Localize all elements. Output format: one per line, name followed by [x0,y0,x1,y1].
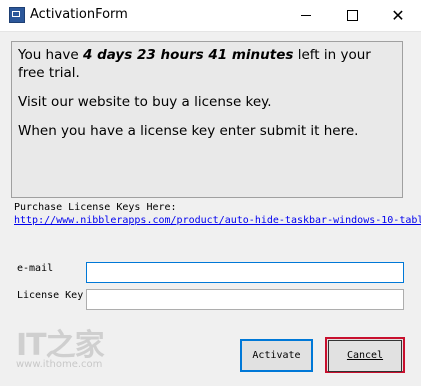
trial-time: 4 days 23 hours 41 minutes [82,47,294,63]
minimize-button[interactable] [283,0,329,31]
email-label: e-mail [17,263,54,274]
close-button[interactable]: ✕ [375,0,421,31]
license-key-label: License Key [17,290,84,301]
minimize-icon [301,14,311,16]
submit-key-text: When you have a license key enter submit… [18,123,359,139]
visit-website-text: Visit our website to buy a license key. [18,94,272,110]
trial-remaining-text: You have 4 days 23 hours 41 minutes left… [18,46,396,82]
maximize-button[interactable] [329,0,375,31]
email-field[interactable] [86,262,404,283]
title-bar: ActivationForm ✕ [0,0,421,32]
cancel-label: Cancel [328,340,402,372]
watermark-url: www.ithome.com [16,359,103,370]
purchase-label: Purchase License Keys Here: [14,202,177,213]
license-key-field[interactable] [86,289,404,310]
window-title: ActivationForm [30,7,128,22]
activate-button[interactable]: Activate [240,339,313,372]
cancel-button[interactable]: Cancel [325,337,405,373]
app-window-icon [9,7,25,23]
purchase-link[interactable]: http://www.nibblerapps.com/product/auto-… [14,215,421,226]
trial-message-box: You have 4 days 23 hours 41 minutes left… [11,41,403,198]
maximize-icon [346,9,358,21]
close-icon: ✕ [391,6,405,25]
watermark-logo: IT之家 [16,328,105,363]
trial-prefix: You have [18,47,83,63]
